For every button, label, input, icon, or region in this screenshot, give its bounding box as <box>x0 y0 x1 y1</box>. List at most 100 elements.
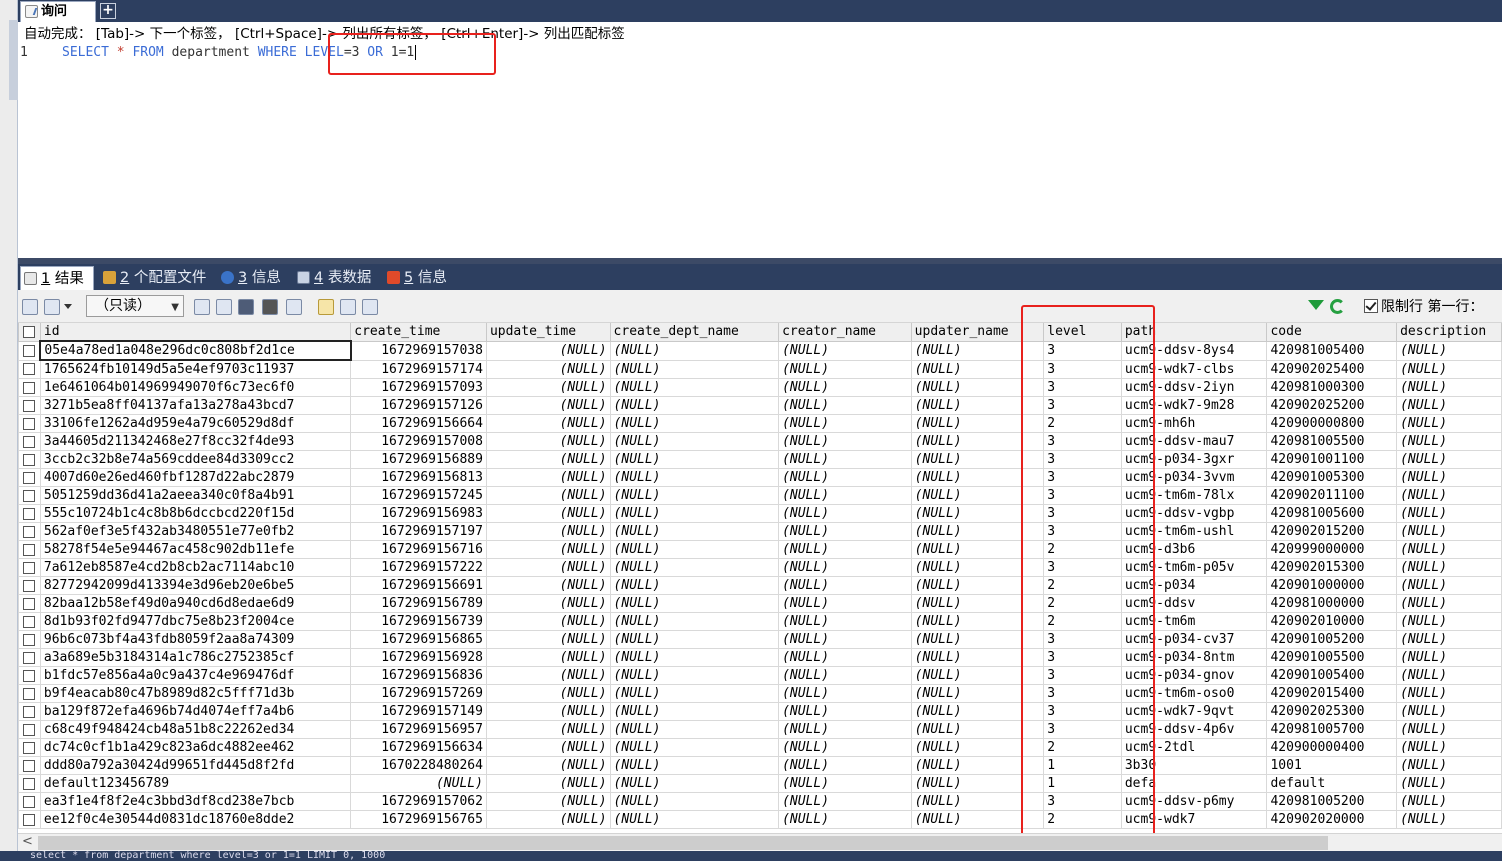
cell-code[interactable]: 420981000000 <box>1266 594 1398 613</box>
cell-description[interactable]: (NULL) <box>1396 702 1502 721</box>
cell-update-time[interactable]: (NULL) <box>485 720 611 739</box>
cell-description[interactable]: (NULL) <box>1396 340 1502 361</box>
table-row[interactable]: dc74c0cf1b1a429c823a6dc4882ee462 16729691… <box>18 738 1502 757</box>
cell-creator-name[interactable]: (NULL) <box>778 684 912 703</box>
cell-create-time[interactable]: 1672969157093 <box>350 378 487 397</box>
cell-creator-name[interactable]: (NULL) <box>778 666 912 685</box>
table-row[interactable]: 562af0ef3e5f432ab3480551e77e0fb2 16729691… <box>18 522 1502 541</box>
cell-description[interactable]: (NULL) <box>1396 486 1502 505</box>
select-all-header[interactable] <box>18 323 41 342</box>
cell-create-dept-name[interactable]: (NULL) <box>609 450 780 469</box>
cell-code[interactable]: 420981005400 <box>1266 340 1398 361</box>
table-row[interactable]: c68c49f948424cb48a51b8c22262ed34 16729691… <box>18 720 1502 739</box>
cell-create-time[interactable]: 1672969156716 <box>350 540 487 559</box>
tab-table-data[interactable]: 4 表数据 <box>294 266 378 290</box>
cell-creator-name[interactable]: (NULL) <box>778 774 912 793</box>
cell-create-time[interactable]: 1672969157062 <box>350 792 487 811</box>
row-checkbox[interactable] <box>23 471 36 484</box>
column-header-update-time[interactable]: update_time <box>485 323 611 342</box>
cell-create-dept-name[interactable]: (NULL) <box>609 666 780 685</box>
table-row[interactable]: 7a612eb8587e4cd2b8cb2ac7114abc10 16729691… <box>18 558 1502 577</box>
row-selector[interactable] <box>18 558 41 577</box>
cell-id[interactable]: 555c10724b1c4c8b8b6dccbcd220f15d <box>39 504 352 523</box>
cell-id[interactable]: ee12f0c4e30544d0831dc18760e8dde2 <box>39 810 352 829</box>
cell-update-time[interactable]: (NULL) <box>485 432 611 451</box>
cell-creator-name[interactable]: (NULL) <box>778 522 912 541</box>
cell-create-time[interactable]: 1672969157222 <box>350 558 487 577</box>
cell-create-time[interactable]: 1672969156691 <box>350 576 487 595</box>
row-selector[interactable] <box>18 756 41 775</box>
cell-create-time[interactable]: 1672969156983 <box>350 504 487 523</box>
column-header-code[interactable]: code <box>1266 323 1398 342</box>
cell-id[interactable]: 3a44605d211342468e27f8cc32f4de93 <box>39 432 352 451</box>
cell-code[interactable]: 420902015300 <box>1266 558 1398 577</box>
cell-create-dept-name[interactable]: (NULL) <box>609 774 780 793</box>
tab-info[interactable]: 3 信息 <box>218 266 288 290</box>
cell-create-dept-name[interactable]: (NULL) <box>609 738 780 757</box>
cell-description[interactable]: (NULL) <box>1396 684 1502 703</box>
cell-description[interactable]: (NULL) <box>1396 810 1502 829</box>
row-checkbox[interactable] <box>23 597 36 610</box>
horizontal-scrollbar[interactable]: < <box>18 833 1502 851</box>
cell-id[interactable]: ea3f1e4f8f2e4c3bbd3df8cd238e7bcb <box>39 792 352 811</box>
cell-create-time[interactable]: 1670228480264 <box>350 756 487 775</box>
row-selector[interactable] <box>18 810 41 829</box>
cell-description[interactable]: (NULL) <box>1396 450 1502 469</box>
cell-description[interactable]: (NULL) <box>1396 612 1502 631</box>
cell-description[interactable]: (NULL) <box>1396 414 1502 433</box>
cell-creator-name[interactable]: (NULL) <box>778 738 912 757</box>
tab-result[interactable]: 1 结果 <box>20 266 94 290</box>
cell-update-time[interactable]: (NULL) <box>485 666 611 685</box>
row-checkbox[interactable] <box>23 525 36 538</box>
add-tab-button[interactable]: + <box>100 3 116 19</box>
cell-create-dept-name[interactable]: (NULL) <box>609 630 780 649</box>
cell-update-time[interactable]: (NULL) <box>485 594 611 613</box>
cell-creator-name[interactable]: (NULL) <box>778 810 912 829</box>
row-checkbox[interactable] <box>23 579 36 592</box>
row-selector[interactable] <box>18 666 41 685</box>
cell-create-time[interactable]: 1672969156836 <box>350 666 487 685</box>
tab-info-2[interactable]: 5 信息 <box>384 266 454 290</box>
cell-create-time[interactable]: 1672969156928 <box>350 648 487 667</box>
row-checkbox[interactable] <box>23 489 36 502</box>
cell-create-dept-name[interactable]: (NULL) <box>609 396 780 415</box>
cell-id[interactable]: 58278f54e5e94467ac458c902db11efe <box>39 540 352 559</box>
cell-create-time[interactable]: 1672969156889 <box>350 450 487 469</box>
cell-id[interactable]: 33106fe1262a4d959e4a79c60529d8df <box>39 414 352 433</box>
cell-description[interactable]: (NULL) <box>1396 594 1502 613</box>
row-selector[interactable] <box>18 522 41 541</box>
row-selector[interactable] <box>18 684 41 703</box>
row-checkbox[interactable] <box>23 543 36 556</box>
row-selector[interactable] <box>18 486 41 505</box>
cell-update-time[interactable]: (NULL) <box>485 756 611 775</box>
insert-row-icon[interactable] <box>194 299 210 315</box>
cell-code[interactable]: 420901005500 <box>1266 648 1398 667</box>
cell-code[interactable]: 420900000400 <box>1266 738 1398 757</box>
row-selector[interactable] <box>18 359 41 379</box>
cell-creator-name[interactable]: (NULL) <box>778 630 912 649</box>
cell-update-time[interactable]: (NULL) <box>485 648 611 667</box>
cell-create-time[interactable]: 1672969157038 <box>350 340 487 361</box>
cell-create-dept-name[interactable]: (NULL) <box>609 378 780 397</box>
row-checkbox[interactable] <box>23 759 36 772</box>
cell-create-dept-name[interactable]: (NULL) <box>609 594 780 613</box>
table-row[interactable]: 4007d60e26ed460fbf1287d22abc2879 16729691… <box>18 468 1502 487</box>
cell-create-time[interactable]: 1672969156634 <box>350 738 487 757</box>
table-row[interactable]: 5051259dd36d41a2aeea340c0f8a4b91 16729691… <box>18 486 1502 505</box>
row-checkbox[interactable] <box>23 741 36 754</box>
cell-create-time[interactable]: 1672969157197 <box>350 522 487 541</box>
row-selector[interactable] <box>18 432 41 451</box>
row-checkbox[interactable] <box>23 633 36 646</box>
cancel-changes-icon[interactable] <box>286 299 302 315</box>
row-checkbox[interactable] <box>23 453 36 466</box>
cell-create-dept-name[interactable]: (NULL) <box>609 432 780 451</box>
cell-create-time[interactable]: 1672969156664 <box>350 414 487 433</box>
cell-create-dept-name[interactable]: (NULL) <box>609 359 780 379</box>
cell-description[interactable]: (NULL) <box>1396 576 1502 595</box>
row-checkbox[interactable] <box>23 687 36 700</box>
cell-creator-name[interactable]: (NULL) <box>778 359 912 379</box>
cell-description[interactable]: (NULL) <box>1396 378 1502 397</box>
cell-id[interactable]: default123456789 <box>39 774 352 793</box>
row-selector[interactable] <box>18 774 41 793</box>
cell-creator-name[interactable]: (NULL) <box>778 558 912 577</box>
